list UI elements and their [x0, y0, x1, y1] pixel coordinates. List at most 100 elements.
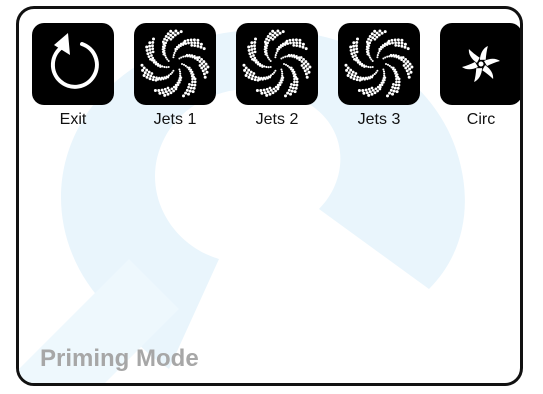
pinwheel-dot [204, 67, 208, 71]
pinwheel-dot [394, 83, 398, 87]
pinwheel-dot [250, 44, 254, 48]
pinwheel-dot [250, 41, 254, 45]
pinwheel-dot [300, 64, 304, 67]
pinwheel-dot [200, 58, 203, 61]
pinwheel-dot [378, 49, 381, 53]
pinwheel-dot [254, 37, 257, 41]
pinwheel-dot [167, 60, 170, 62]
pinwheel-dot [346, 66, 350, 70]
pinwheel-dot [353, 57, 356, 61]
pinwheel-dot [274, 56, 277, 59]
pinwheel-dot [371, 89, 375, 92]
pinwheel-dot [293, 77, 296, 81]
pinwheel-dot [397, 44, 401, 47]
pinwheel-dot [250, 48, 254, 51]
spa-control-screen: Exit Jets 1 Jets 2 Jets 3 Circ Priming M… [16, 6, 523, 386]
pinwheel-dot [406, 72, 410, 76]
pinwheel-dot [278, 31, 282, 35]
pinwheel-dot [298, 41, 302, 45]
pinwheel-dot [365, 40, 369, 44]
pinwheel-dot [269, 89, 273, 92]
circ-button[interactable]: Circ [438, 23, 520, 129]
pinwheel-dot [166, 58, 169, 61]
pinwheel-dot [265, 87, 269, 91]
pinwheel-dot [243, 68, 247, 72]
pinwheel-dot [149, 57, 152, 61]
pinwheel-dot [385, 63, 387, 65]
pinwheel-dot [369, 66, 372, 69]
pinwheel-dot [356, 75, 360, 79]
pinwheel-dot [202, 72, 206, 76]
jets-3-tile[interactable] [338, 23, 420, 105]
pinwheel-dot [248, 73, 252, 77]
pinwheel-dot [394, 44, 398, 47]
pinwheel-dot [196, 41, 200, 45]
pinwheel-dot [199, 42, 203, 46]
pinwheel-dot [346, 74, 350, 77]
pinwheel-dot [178, 57, 181, 60]
pinwheel-dot [147, 55, 151, 58]
pinwheel-dot [400, 41, 404, 45]
pinwheel-dot [396, 38, 400, 42]
pinwheel-dot [259, 89, 263, 92]
pinwheel-dot [151, 44, 154, 48]
pinwheel-dot [148, 48, 152, 51]
pinwheel-dot [152, 75, 156, 79]
pinwheel-dot [373, 33, 377, 37]
pinwheel-dot [164, 90, 168, 94]
jets-2-button[interactable]: Jets 2 [234, 23, 320, 129]
pinwheel-dot [384, 56, 387, 59]
jets-3-label: Jets 3 [357, 111, 401, 128]
pinwheel-dot [171, 71, 174, 74]
pinwheel-dot [389, 88, 393, 92]
pinwheel-dot [286, 91, 290, 95]
pinwheel-dot [276, 87, 280, 91]
pinwheel-dot [169, 33, 173, 37]
jets-2-tile[interactable] [236, 23, 318, 105]
pinwheel-dot [284, 94, 287, 98]
pinwheel-dot [391, 92, 394, 96]
jets-3-button[interactable]: Jets 3 [336, 23, 422, 129]
pinwheel-dot [349, 48, 353, 52]
pinwheel-dot [350, 52, 354, 56]
pinwheel-dot [164, 34, 168, 38]
jets-1-button[interactable]: Jets 1 [132, 23, 218, 129]
pinwheel-dot [204, 62, 208, 66]
pinwheel-dot [157, 89, 161, 92]
pinwheel-dot [158, 91, 162, 95]
pinwheel-dot [403, 42, 407, 46]
pinwheel-dot [193, 77, 197, 81]
pinwheel-dot [397, 41, 401, 45]
pinwheel-dot [403, 45, 407, 49]
jets-1-tile[interactable] [134, 23, 216, 105]
pinwheel-dot [167, 36, 171, 40]
pinwheel-dot [186, 66, 189, 69]
exit-button[interactable]: Exit [30, 23, 116, 129]
pinwheel-dot [302, 58, 305, 61]
pinwheel-dot [295, 41, 299, 45]
pinwheel-dot [167, 66, 170, 68]
pinwheel-dot [380, 31, 384, 35]
pinwheel-dot [304, 60, 308, 64]
exit-tile[interactable] [32, 23, 114, 105]
pinwheel-dot [175, 47, 179, 51]
pinwheel-dot [354, 54, 357, 57]
pinwheel-dot [386, 94, 389, 98]
jets-pinwheel-icon [140, 29, 210, 98]
pinwheel-dot [359, 76, 362, 80]
pinwheel-dot [151, 47, 155, 51]
pinwheel-dot [149, 51, 152, 54]
pinwheel-dot [165, 56, 168, 59]
pinwheel-dot [164, 41, 168, 45]
pinwheel-dot [351, 55, 355, 58]
pinwheel-dot [172, 89, 175, 93]
pinwheel-dot [408, 67, 412, 71]
pinwheel-dot [375, 35, 379, 39]
pinwheel-dot [375, 71, 378, 74]
pinwheel-dot [292, 44, 296, 47]
pinwheel-dot [371, 66, 374, 68]
circ-tile[interactable] [440, 23, 520, 105]
pinwheel-dot [408, 62, 412, 66]
pinwheel-dot [286, 42, 290, 45]
pinwheel-dot [193, 44, 197, 47]
